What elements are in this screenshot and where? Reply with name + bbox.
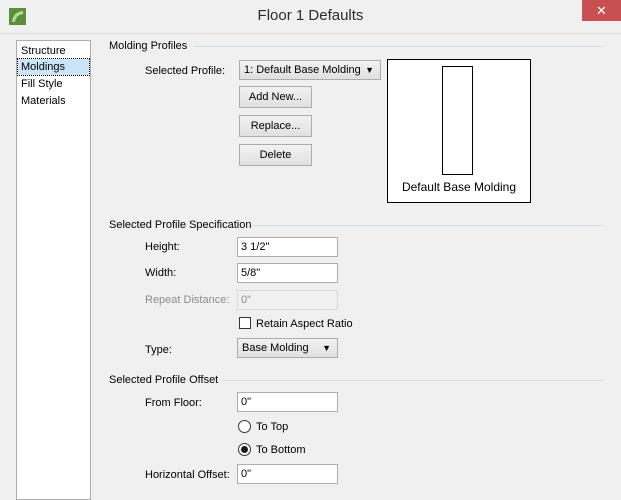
sidebar-item-structure[interactable]: Structure — [18, 43, 89, 59]
replace-button[interactable]: Replace... — [239, 115, 312, 137]
chevron-down-icon: ▼ — [365, 65, 374, 75]
delete-button[interactable]: Delete — [239, 144, 312, 166]
type-dropdown[interactable]: Base Molding ▼ — [237, 338, 338, 358]
to-bottom-label: To Bottom — [256, 444, 306, 456]
section-divider — [222, 380, 604, 381]
height-field[interactable]: 3 1/2" — [237, 237, 338, 257]
from-floor-field[interactable]: 0" — [237, 392, 338, 412]
close-button[interactable]: ✕ — [582, 0, 621, 21]
add-new-button[interactable]: Add New... — [239, 86, 312, 108]
type-label: Type: — [145, 344, 172, 356]
horizontal-offset-label: Horizontal Offset: — [145, 469, 230, 481]
profile-spec-heading: Selected Profile Specification — [109, 219, 252, 231]
repeat-distance-label: Repeat Distance: — [145, 294, 230, 306]
window-title: Floor 1 Defaults — [257, 7, 364, 24]
width-field[interactable]: 5/8" — [237, 263, 338, 283]
title-bar: Floor 1 Defaults ✕ — [0, 0, 621, 34]
selected-profile-label: Selected Profile: — [145, 65, 226, 77]
sidebar-item-materials[interactable]: Materials — [18, 93, 89, 109]
profile-shape — [442, 66, 473, 175]
category-list: Structure Moldings Fill Style Materials — [16, 40, 91, 500]
sidebar-item-moldings[interactable]: Moldings — [17, 58, 90, 76]
retain-aspect-ratio-checkbox[interactable] — [239, 317, 251, 329]
section-divider — [251, 225, 604, 226]
repeat-distance-field[interactable]: 0" — [237, 290, 338, 310]
selected-profile-value: 1: Default Base Molding — [244, 64, 361, 76]
close-icon: ✕ — [596, 3, 607, 18]
profile-offset-heading: Selected Profile Offset — [109, 374, 219, 386]
from-floor-label: From Floor: — [145, 397, 202, 409]
to-top-label: To Top — [256, 421, 289, 433]
molding-profiles-heading: Molding Profiles — [109, 40, 188, 52]
horizontal-offset-field[interactable]: 0" — [237, 464, 338, 484]
preview-label: Default Base Molding — [401, 180, 517, 194]
height-label: Height: — [145, 241, 180, 253]
width-label: Width: — [145, 267, 177, 279]
to-bottom-radio[interactable] — [238, 443, 251, 456]
chevron-down-icon: ▼ — [322, 343, 331, 353]
selected-profile-dropdown[interactable]: 1: Default Base Molding ▼ — [239, 60, 381, 80]
section-divider — [193, 46, 604, 47]
profile-preview: Default Base Molding — [387, 59, 531, 203]
to-top-radio[interactable] — [238, 420, 251, 433]
retain-aspect-ratio-label: Retain Aspect Ratio — [256, 318, 353, 330]
sidebar-item-fill-style[interactable]: Fill Style — [18, 76, 89, 92]
type-value: Base Molding — [242, 342, 309, 354]
